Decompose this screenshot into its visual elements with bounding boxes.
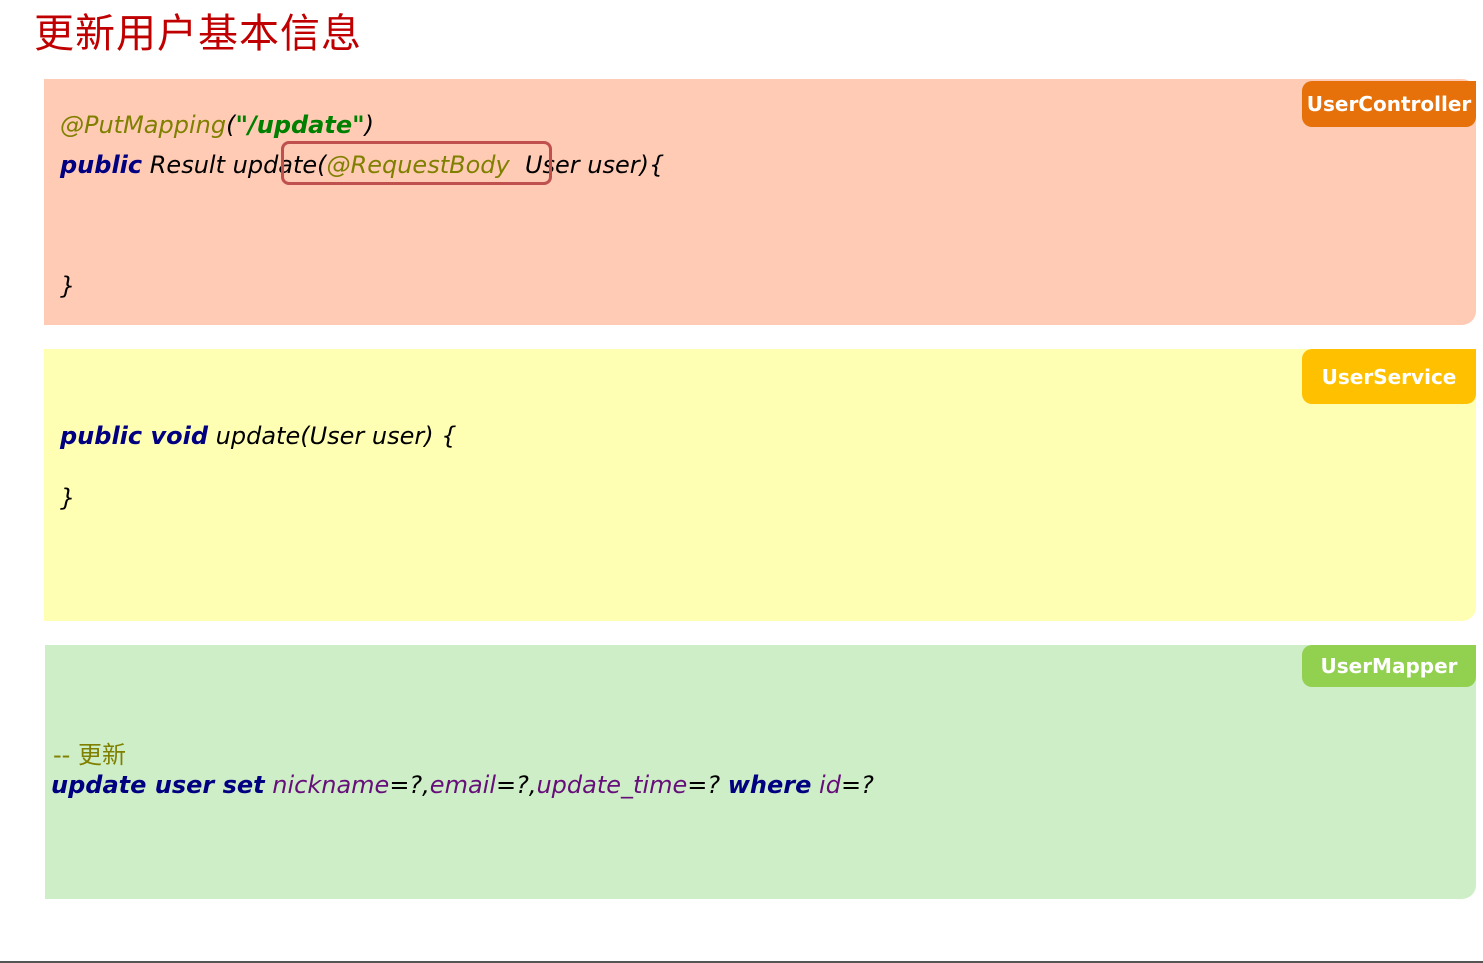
user-controller-panel: UserController @PutMapping("/update") pu… (44, 79, 1476, 325)
controller-close-brace: } (60, 272, 76, 300)
user-mapper-tag: UserMapper (1302, 645, 1476, 687)
sql-param-1: =?, (389, 771, 430, 799)
sql-field-id: id (819, 771, 841, 799)
service-line-1: public void update(User user) { (60, 416, 457, 456)
controller-line-1: @PutMapping("/update") (60, 105, 374, 145)
update-path-string: "/update" (235, 111, 365, 139)
request-body-highlight (281, 141, 552, 185)
page-title: 更新用户基本信息 (34, 11, 362, 57)
user-service-panel: UserService public void update(User user… (44, 349, 1476, 621)
sql-param-2: =?, (495, 771, 537, 799)
sql-where-keyword: where (727, 771, 812, 799)
sql-param-3: =? (687, 771, 728, 799)
public-keyword: public (60, 151, 143, 179)
paren-close: ) (364, 111, 375, 139)
user-service-tag: UserService (1302, 349, 1476, 404)
user-mapper-panel: UserMapper -- 更新 update user set nicknam… (45, 645, 1476, 899)
sql-param-4: =? (840, 771, 874, 799)
sql-update-statement: update user set nickname=?,email=?,updat… (51, 765, 874, 805)
sql-field-email: email (429, 771, 496, 799)
service-method-signature: update(User user) { (208, 422, 457, 450)
sql-field-nickname: nickname (272, 771, 390, 799)
service-close-brace: } (60, 484, 76, 512)
sql-field-update-time: update_time (536, 771, 688, 799)
public-void-keyword: public void (60, 422, 209, 450)
sql-update-keyword: update user set (51, 771, 265, 799)
user-controller-tag: UserController (1302, 81, 1476, 127)
put-mapping-annotation: @PutMapping (60, 111, 227, 139)
